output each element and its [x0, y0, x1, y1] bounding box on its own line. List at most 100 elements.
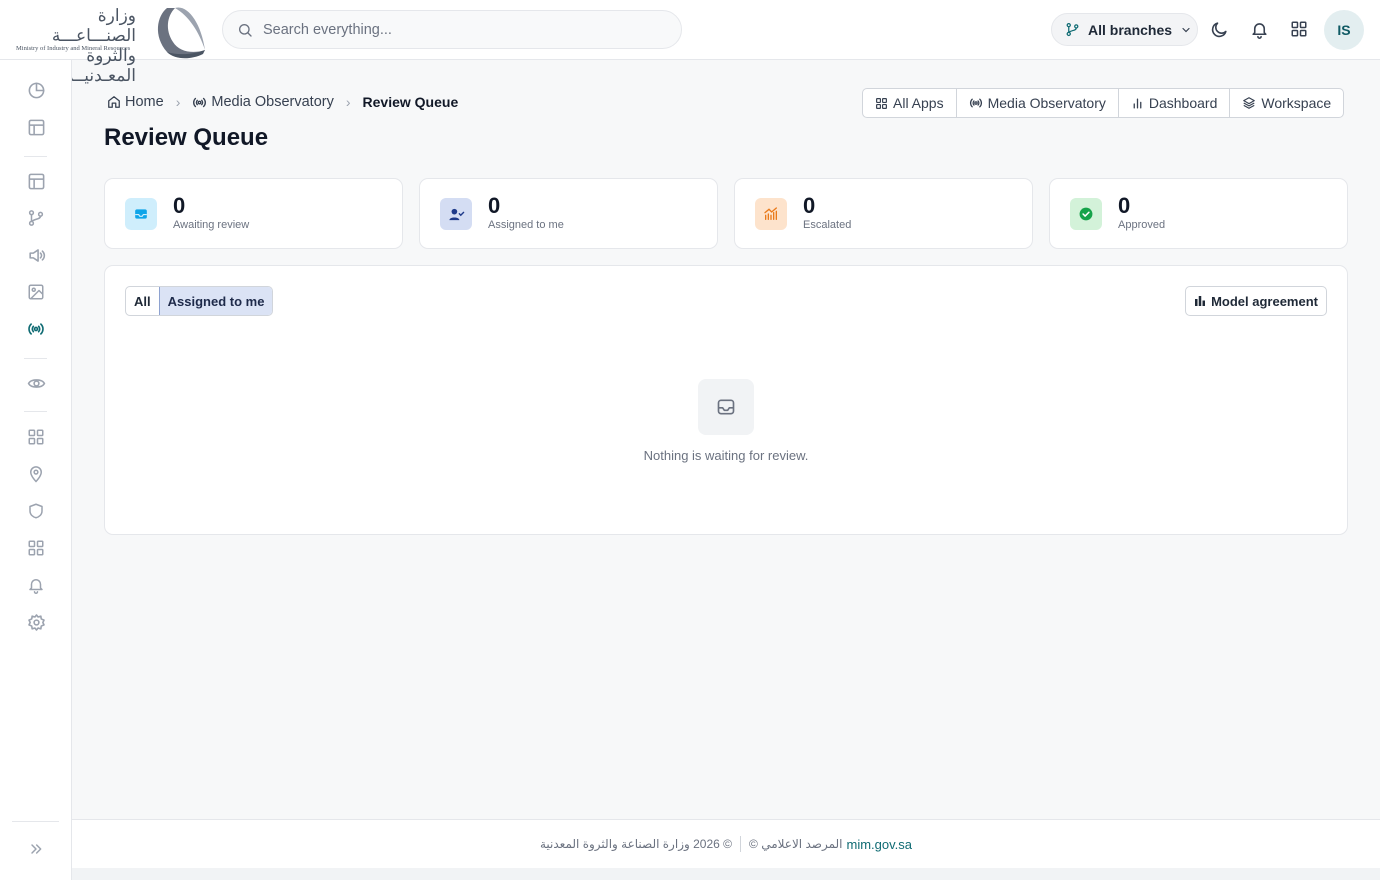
ministry-logo[interactable]: وزارة الصنـــاعـــة والثروة المعـدنيــة … [14, 2, 208, 86]
all-apps-label: All Apps [893, 95, 944, 111]
footer-separator [740, 836, 742, 852]
sidebar-item-pages[interactable] [24, 169, 48, 193]
stat-card-awaiting-review: 0 Awaiting review [104, 178, 403, 249]
stat-label: Escalated [803, 219, 852, 231]
breadcrumb-separator: › [175, 94, 181, 110]
sidebar-item-modules[interactable] [24, 536, 48, 560]
branch-selector-label: All branches [1088, 21, 1173, 38]
stat-card-approved: 0 Approved [1049, 178, 1348, 249]
sidebar-divider [24, 411, 47, 412]
git-branch-icon [1066, 22, 1079, 37]
footer-bottom-strip [72, 868, 1380, 880]
shield-icon [29, 503, 43, 519]
bar-chart-icon [1133, 98, 1142, 108]
stat-value: 0 [803, 193, 816, 218]
breadcrumb-media-observatory[interactable]: Media Observatory [192, 94, 334, 110]
global-search[interactable] [222, 10, 682, 49]
workspace-label: Workspace [1261, 95, 1332, 111]
sidebar-expand-button[interactable] [24, 837, 48, 861]
sidebar-item-monitoring[interactable] [24, 371, 48, 395]
media-observatory-link[interactable]: Media Observatory [957, 89, 1119, 117]
tab-assigned-to-me[interactable]: Assigned to me [158, 287, 273, 315]
layout-icon [28, 119, 44, 135]
sidebar-item-branches[interactable] [24, 206, 48, 230]
model-agreement-button[interactable]: Model agreement [1185, 286, 1327, 316]
eye-icon [27, 378, 45, 388]
apps-grid-button[interactable] [1288, 18, 1310, 40]
grid-icon [28, 429, 44, 445]
radio-broadcast-icon [193, 97, 207, 107]
tab-all[interactable]: All [126, 287, 159, 315]
dashboard-link[interactable]: Dashboard [1119, 89, 1231, 117]
model-agreement-label: Model agreement [1211, 293, 1318, 309]
breadcrumb-home-label: Home [125, 94, 164, 110]
sidebar-item-media[interactable] [24, 280, 48, 304]
footer-site-link[interactable]: mim.gov.sa [847, 837, 913, 852]
moon-icon [1211, 21, 1227, 37]
stat-value: 0 [173, 193, 186, 218]
stat-icon-container [440, 198, 472, 230]
sidebar-item-analytics[interactable] [24, 78, 48, 102]
radio-broadcast-icon [28, 323, 44, 335]
stat-icon-container [755, 198, 787, 230]
sidebar-item-campaigns[interactable] [24, 243, 48, 267]
stat-icon-container [125, 198, 157, 230]
top-header: وزارة الصنـــاعـــة والثروة المعـدنيــة … [0, 0, 1380, 86]
logo-arabic-line1: وزارة الصنـــاعـــة [51, 6, 136, 46]
check-circle-icon [1079, 207, 1093, 221]
search-icon [239, 23, 252, 37]
stat-label: Awaiting review [173, 219, 250, 231]
sidebar-item-media-observatory[interactable] [24, 317, 48, 341]
sidebar-item-locations[interactable] [24, 462, 48, 486]
grid-icon [876, 97, 887, 109]
workspace-link[interactable]: Workspace [1230, 89, 1343, 117]
footer-copyright: © 2026 وزارة الصناعة والثروة المعدنية [539, 837, 733, 851]
sidebar-item-security[interactable] [24, 499, 48, 523]
page-title: Review Queue [104, 124, 269, 151]
bar-chart-icon [1195, 296, 1206, 306]
user-avatar[interactable]: IS [1324, 10, 1364, 50]
breadcrumb-home[interactable]: Home [107, 94, 164, 110]
image-icon [28, 284, 44, 300]
breadcrumb-separator: › [345, 94, 351, 110]
user-check-icon [448, 208, 464, 220]
sidebar-item-apps[interactable] [24, 425, 48, 449]
grid-icon [1291, 21, 1307, 37]
chevrons-right-icon [31, 844, 42, 854]
branch-selector[interactable]: All branches [1051, 13, 1198, 46]
megaphone-icon [28, 248, 45, 262]
media-observatory-label: Media Observatory [987, 95, 1106, 111]
bell-icon [1251, 22, 1267, 39]
chevron-down-icon [1182, 27, 1190, 32]
inbox-icon [135, 209, 147, 219]
all-apps-link[interactable]: All Apps [863, 89, 957, 117]
bell-icon [29, 579, 43, 594]
stat-card-assigned-to-me: 0 Assigned to me [419, 178, 718, 249]
search-input[interactable] [263, 21, 663, 38]
pie-chart-icon [28, 82, 44, 98]
stat-card-escalated: 0 Escalated [734, 178, 1033, 249]
layout-icon [28, 173, 44, 189]
footer: © 2026 وزارة الصناعة والثروة المعدنية ال… [72, 819, 1380, 868]
footer-observatory: المرصد الاعلامي © [749, 837, 843, 851]
breadcrumb-section-label: Media Observatory [211, 94, 334, 110]
sidebar-item-layout[interactable] [24, 115, 48, 139]
notifications-button[interactable] [1248, 18, 1270, 40]
app-links-group: All Apps Media Observatory Dashboard Wor… [862, 88, 1345, 118]
sidebar-item-alerts[interactable] [24, 573, 48, 597]
grid-icon [28, 540, 44, 556]
layers-icon [1243, 97, 1256, 109]
queue-filter-tabs: All Assigned to me [125, 286, 274, 316]
stat-label: Approved [1118, 219, 1166, 231]
stat-label: Assigned to me [488, 219, 564, 231]
gear-icon [27, 613, 45, 631]
sidebar-bottom-divider [12, 821, 59, 822]
theme-toggle-button[interactable] [1208, 18, 1230, 40]
radio-broadcast-icon [969, 98, 982, 108]
breadcrumb-current: Review Queue [362, 94, 459, 110]
review-queue-panel: All Assigned to me Model agreement Nothi… [104, 265, 1348, 535]
trend-up-icon [764, 207, 777, 220]
empty-state-message: Nothing is waiting for review. [643, 448, 809, 463]
sidebar [0, 60, 72, 880]
sidebar-item-settings[interactable] [24, 610, 48, 634]
